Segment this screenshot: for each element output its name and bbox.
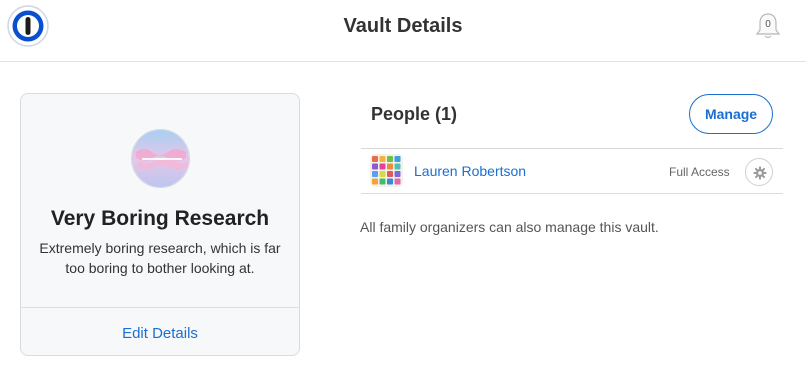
- person-avatar: [370, 154, 403, 187]
- app-header: Vault Details 0: [0, 0, 806, 62]
- access-level-label: Full Access: [669, 165, 730, 179]
- card-divider: [21, 307, 299, 308]
- page-title: Vault Details: [343, 15, 463, 37]
- gear-icon: [753, 166, 767, 180]
- edit-details-link[interactable]: Edit Details: [21, 325, 299, 342]
- person-row: Lauren Robertson Full Access: [361, 149, 783, 194]
- notification-count: 0: [765, 19, 771, 30]
- person-name-link[interactable]: Lauren Robertson: [414, 163, 526, 179]
- vault-avatar: [131, 129, 190, 188]
- organizers-note: All family organizers can also manage th…: [360, 219, 659, 235]
- manage-button[interactable]: Manage: [689, 94, 773, 134]
- vault-card: Very Boring Research Extremely boring re…: [20, 93, 300, 356]
- people-heading: People (1): [371, 104, 458, 124]
- vault-description: Extremely boring research, which is far …: [39, 240, 281, 276]
- vault-name: Very Boring Research: [50, 207, 270, 230]
- member-settings-button[interactable]: [745, 158, 773, 186]
- notifications-button[interactable]: 0: [755, 12, 781, 40]
